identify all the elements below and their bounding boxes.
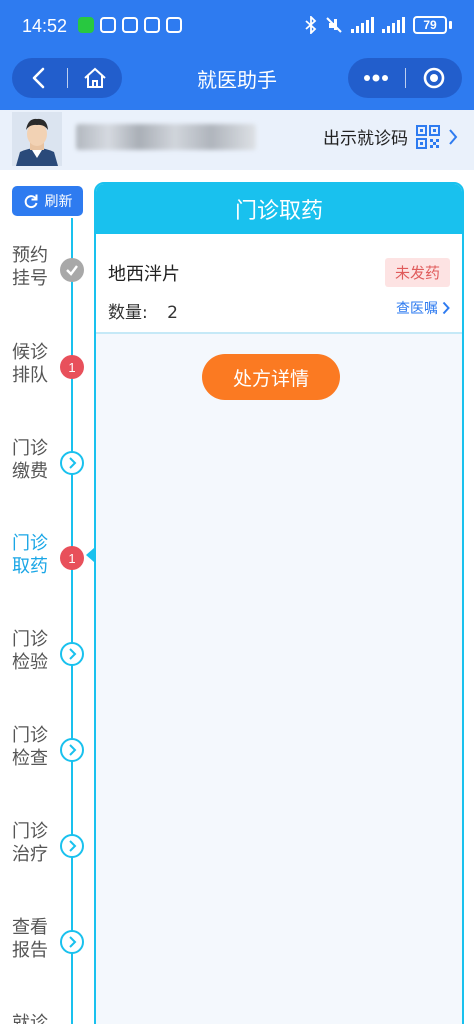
status-badge: 未发药 xyxy=(384,258,450,287)
status-bar: 14:52 79 xyxy=(0,0,474,52)
step-label: 候诊排队 xyxy=(12,342,48,386)
quantity-label: 数量: xyxy=(108,303,148,323)
message-icon xyxy=(78,17,94,33)
step-payment[interactable]: 门诊缴费 xyxy=(12,437,92,497)
close-miniprogram-button[interactable] xyxy=(406,58,463,98)
alarm-icon xyxy=(166,17,182,33)
more-button[interactable] xyxy=(348,58,405,98)
count-badge: 1 xyxy=(60,355,84,379)
show-visit-code-button[interactable]: 出示就诊码 xyxy=(323,124,458,149)
sync-icon xyxy=(100,17,116,33)
status-right-icons: 79 xyxy=(305,16,452,34)
step-treatment[interactable]: 门诊治疗 xyxy=(12,820,92,880)
step-label: 门诊缴费 xyxy=(12,438,48,482)
step-label: 就诊 xyxy=(12,1013,48,1024)
patient-bar: 出示就诊码 xyxy=(0,110,474,170)
top-bar: 14:52 79 就医助手 xyxy=(0,0,474,110)
chevron-circle-icon xyxy=(60,738,84,762)
quantity-value: 2 xyxy=(167,303,178,323)
show-code-label: 出示就诊码 xyxy=(323,129,408,149)
drug-quantity: 数量: 2 xyxy=(108,298,178,323)
drug-name: 地西泮片 xyxy=(108,264,180,285)
step-examination[interactable]: 门诊检查 xyxy=(12,724,92,784)
patient-name-blurred xyxy=(76,124,256,150)
target-close-icon xyxy=(423,67,445,89)
active-step-pointer xyxy=(86,548,94,562)
eye-icon xyxy=(122,17,138,33)
signal-icon-1 xyxy=(351,17,374,33)
pharmacy-panel: 门诊取药 地西泮片 数量: 2 未发药 查医嘱 处方详情 xyxy=(94,182,464,1024)
chevron-circle-icon xyxy=(60,834,84,858)
view-order-label: 查医嘱 xyxy=(396,301,438,317)
battery-nub xyxy=(449,21,452,29)
chevron-circle-icon xyxy=(60,930,84,954)
step-label: 门诊取药 xyxy=(12,533,48,577)
step-view-report[interactable]: 查看报告 xyxy=(12,916,92,976)
prescription-details-button[interactable]: 处方详情 xyxy=(202,354,340,400)
refresh-icon xyxy=(24,194,37,209)
check-icon xyxy=(60,258,84,282)
avatar xyxy=(12,112,62,166)
step-pharmacy[interactable]: 门诊取药 1 xyxy=(12,532,92,592)
doctor-avatar-icon xyxy=(12,112,62,166)
chevron-circle-icon xyxy=(60,451,84,475)
step-visit[interactable]: 就诊 xyxy=(12,1012,92,1024)
step-label: 门诊治疗 xyxy=(12,821,48,865)
view-order-link[interactable]: 查医嘱 xyxy=(396,298,450,318)
step-label: 预约挂号 xyxy=(12,245,48,289)
step-label: 查看报告 xyxy=(12,917,48,961)
signal-icon-2 xyxy=(382,17,405,33)
step-label: 门诊检查 xyxy=(12,725,48,769)
app-root: 14:52 79 就医助手 出示就诊码 刷新 预约挂号 候诊排队 1 门诊缴费 … xyxy=(0,0,474,1024)
bluetooth-icon xyxy=(305,16,317,34)
chevron-right-icon xyxy=(449,128,458,145)
timeline-line xyxy=(71,218,73,1024)
step-label: 门诊检验 xyxy=(12,629,48,673)
status-time: 14:52 xyxy=(22,16,68,36)
refresh-label: 刷新 xyxy=(44,194,73,210)
panel-title: 门诊取药 xyxy=(96,184,462,234)
drug-item: 地西泮片 数量: 2 未发药 查医嘱 xyxy=(96,234,462,334)
more-dots-icon xyxy=(364,74,389,82)
chevron-circle-icon xyxy=(60,642,84,666)
chevron-right-icon xyxy=(442,301,450,315)
count-badge: 1 xyxy=(60,546,84,570)
qr-code-icon xyxy=(416,124,440,149)
status-notification-icons xyxy=(78,17,182,33)
nfc-icon xyxy=(144,17,160,33)
nav-right-capsule xyxy=(348,58,462,98)
mute-icon xyxy=(326,17,342,33)
refresh-button[interactable]: 刷新 xyxy=(12,186,83,216)
battery-icon: 79 xyxy=(413,16,447,34)
step-lab-test[interactable]: 门诊检验 xyxy=(12,628,92,688)
step-appointment[interactable]: 预约挂号 xyxy=(12,244,92,304)
step-queue[interactable]: 候诊排队 1 xyxy=(12,341,92,401)
